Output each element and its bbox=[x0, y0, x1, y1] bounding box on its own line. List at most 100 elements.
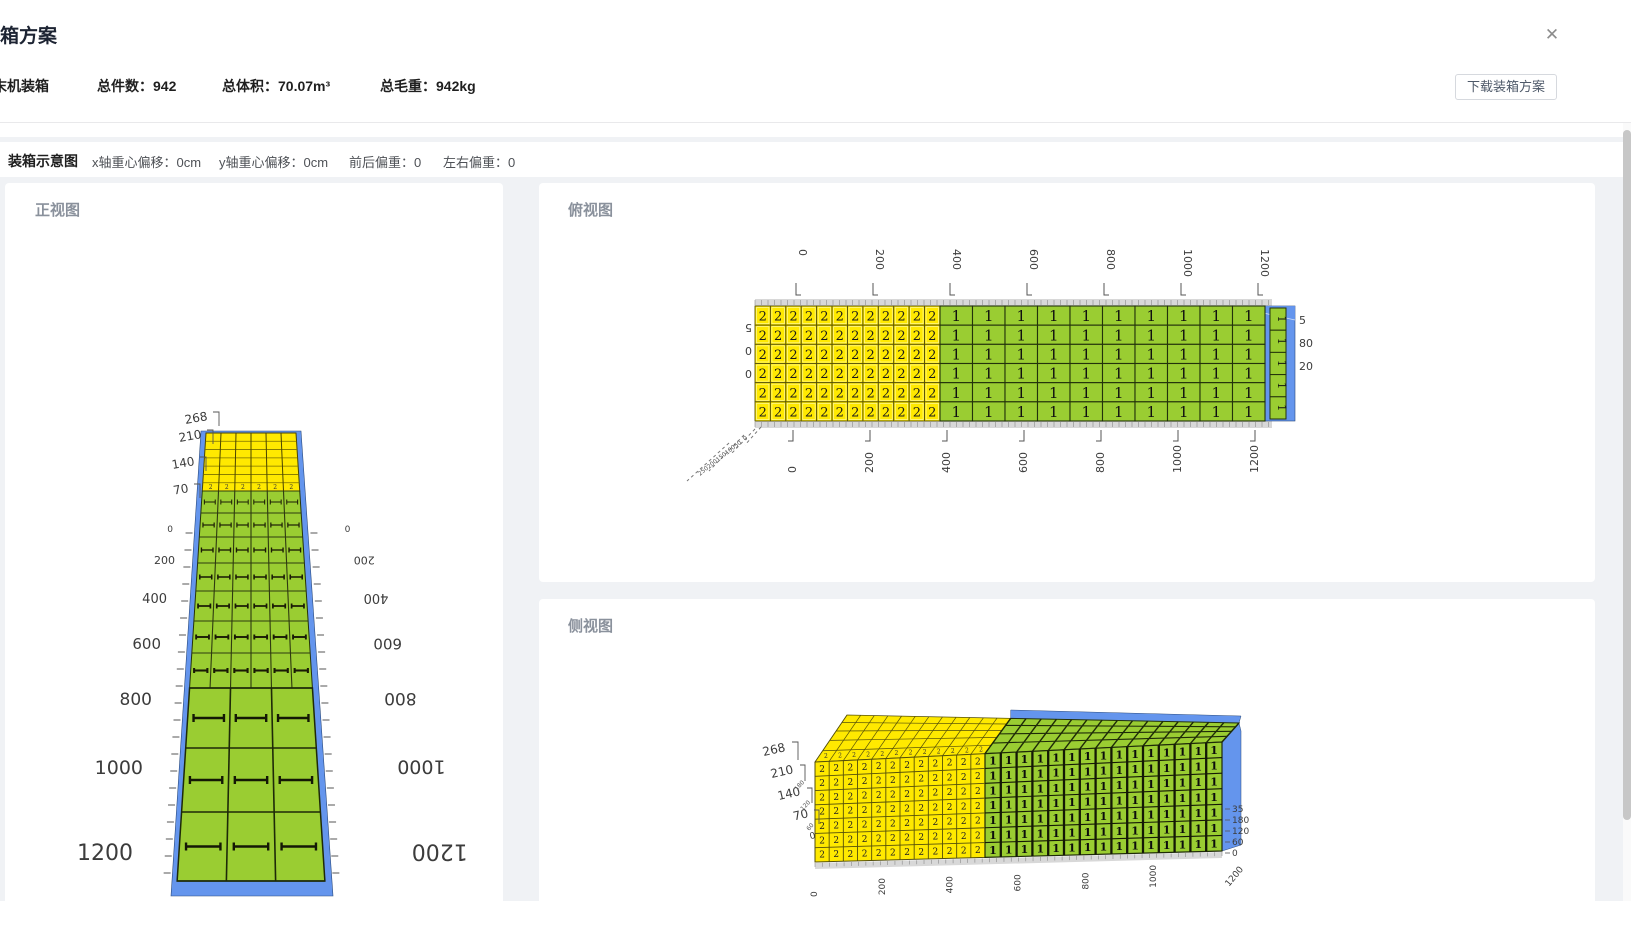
svg-text:1: 1 bbox=[1275, 360, 1288, 367]
svg-text:2: 2 bbox=[848, 778, 854, 788]
svg-text:1: 1 bbox=[1115, 810, 1123, 823]
svg-text:1: 1 bbox=[1005, 799, 1013, 812]
svg-text:2: 2 bbox=[876, 791, 882, 801]
svg-text:1: 1 bbox=[1052, 812, 1060, 825]
svg-text:2: 2 bbox=[928, 348, 936, 363]
svg-text:120: 120 bbox=[799, 799, 812, 812]
svg-text:2: 2 bbox=[897, 386, 905, 401]
svg-text:2: 2 bbox=[904, 761, 910, 771]
svg-text:1: 1 bbox=[1194, 791, 1202, 804]
svg-text:140: 140 bbox=[171, 454, 196, 472]
svg-text:200: 200 bbox=[354, 553, 375, 566]
svg-text:2: 2 bbox=[882, 310, 890, 325]
svg-text:5: 5 bbox=[745, 321, 752, 334]
svg-text:2: 2 bbox=[848, 763, 854, 773]
svg-text:1: 1 bbox=[1211, 384, 1221, 402]
svg-text:2: 2 bbox=[805, 386, 813, 401]
svg-text:1: 1 bbox=[1147, 778, 1155, 791]
svg-text:2: 2 bbox=[961, 758, 967, 768]
svg-text:1: 1 bbox=[1068, 766, 1076, 779]
svg-text:1: 1 bbox=[1179, 384, 1189, 402]
svg-text:2: 2 bbox=[866, 405, 874, 420]
svg-text:2: 2 bbox=[928, 329, 936, 344]
svg-text:1: 1 bbox=[1021, 753, 1029, 766]
svg-text:1: 1 bbox=[1068, 826, 1076, 839]
svg-text:2: 2 bbox=[947, 803, 953, 813]
svg-text:2: 2 bbox=[904, 790, 910, 800]
svg-text:2: 2 bbox=[862, 763, 868, 773]
svg-text:600: 600 bbox=[373, 635, 402, 653]
svg-text:2: 2 bbox=[913, 367, 921, 382]
svg-text:2: 2 bbox=[257, 484, 261, 491]
svg-text:1: 1 bbox=[1244, 326, 1254, 344]
svg-text:2: 2 bbox=[947, 759, 953, 769]
svg-text:2: 2 bbox=[961, 847, 967, 857]
svg-text:1000: 1000 bbox=[95, 757, 143, 779]
svg-text:2: 2 bbox=[866, 310, 874, 325]
svg-text:2: 2 bbox=[819, 793, 825, 803]
svg-text:2: 2 bbox=[913, 386, 921, 401]
svg-text:1: 1 bbox=[1275, 316, 1288, 323]
svg-text:1: 1 bbox=[1146, 326, 1156, 344]
svg-text:600: 600 bbox=[132, 635, 161, 653]
svg-text:1000: 1000 bbox=[1181, 249, 1194, 277]
svg-text:2: 2 bbox=[774, 367, 782, 382]
svg-text:2: 2 bbox=[774, 310, 782, 325]
svg-text:2: 2 bbox=[933, 833, 939, 843]
svg-text:800: 800 bbox=[1081, 872, 1091, 889]
svg-text:2: 2 bbox=[805, 348, 813, 363]
svg-text:2: 2 bbox=[862, 792, 868, 802]
svg-text:2: 2 bbox=[833, 836, 839, 846]
svg-text:1: 1 bbox=[1049, 307, 1059, 325]
svg-text:1: 1 bbox=[1163, 793, 1171, 806]
svg-text:1: 1 bbox=[1211, 326, 1221, 344]
svg-text:2: 2 bbox=[805, 310, 813, 325]
svg-text:2: 2 bbox=[904, 848, 910, 858]
x-axis-offset: x轴重心偏移：0cm bbox=[92, 155, 202, 170]
svg-text:2: 2 bbox=[904, 775, 910, 785]
svg-text:2: 2 bbox=[838, 752, 842, 759]
svg-text:2: 2 bbox=[789, 310, 797, 325]
svg-text:2: 2 bbox=[890, 761, 896, 771]
svg-text:2: 2 bbox=[928, 386, 936, 401]
svg-text:1: 1 bbox=[1016, 384, 1026, 402]
scrollbar-thumb[interactable] bbox=[1623, 130, 1631, 820]
svg-text:2: 2 bbox=[947, 773, 953, 783]
svg-text:2: 2 bbox=[947, 818, 953, 828]
svg-text:2: 2 bbox=[961, 817, 967, 827]
svg-text:2: 2 bbox=[774, 386, 782, 401]
svg-text:800: 800 bbox=[1104, 249, 1117, 270]
svg-text:1: 1 bbox=[1211, 307, 1221, 325]
svg-text:1: 1 bbox=[951, 345, 961, 363]
svg-text:1: 1 bbox=[1100, 749, 1108, 762]
svg-text:1000: 1000 bbox=[397, 756, 445, 778]
svg-text:2: 2 bbox=[273, 484, 277, 491]
close-icon[interactable]: ✕ bbox=[1541, 24, 1563, 46]
svg-text:1: 1 bbox=[1179, 761, 1187, 774]
svg-text:1: 1 bbox=[1131, 824, 1139, 837]
download-plan-button[interactable]: 下载装箱方案 bbox=[1454, 74, 1557, 100]
left-right-bias: 左右偏重：0 bbox=[443, 155, 516, 170]
svg-text:400: 400 bbox=[950, 249, 963, 270]
svg-text:1: 1 bbox=[1084, 811, 1092, 824]
svg-text:5: 5 bbox=[1299, 314, 1306, 327]
svg-text:1: 1 bbox=[1163, 762, 1171, 775]
svg-text:1: 1 bbox=[1100, 765, 1108, 778]
svg-text:1: 1 bbox=[1052, 782, 1060, 795]
svg-text:1: 1 bbox=[989, 844, 997, 857]
y-axis-offset: y轴重心偏移：0cm bbox=[219, 155, 329, 170]
svg-text:1: 1 bbox=[1115, 840, 1123, 853]
svg-text:2: 2 bbox=[836, 386, 844, 401]
svg-text:1: 1 bbox=[1179, 823, 1187, 836]
svg-text:1: 1 bbox=[1021, 798, 1029, 811]
svg-text:2: 2 bbox=[965, 747, 969, 754]
svg-text:2: 2 bbox=[961, 802, 967, 812]
svg-text:2: 2 bbox=[890, 849, 896, 859]
svg-text:1200: 1200 bbox=[77, 841, 133, 866]
svg-text:2: 2 bbox=[913, 405, 921, 420]
svg-text:2: 2 bbox=[909, 750, 913, 757]
svg-text:2: 2 bbox=[819, 822, 825, 832]
svg-text:1200: 1200 bbox=[1258, 249, 1271, 277]
svg-text:2: 2 bbox=[759, 329, 767, 344]
svg-text:2: 2 bbox=[241, 484, 245, 491]
